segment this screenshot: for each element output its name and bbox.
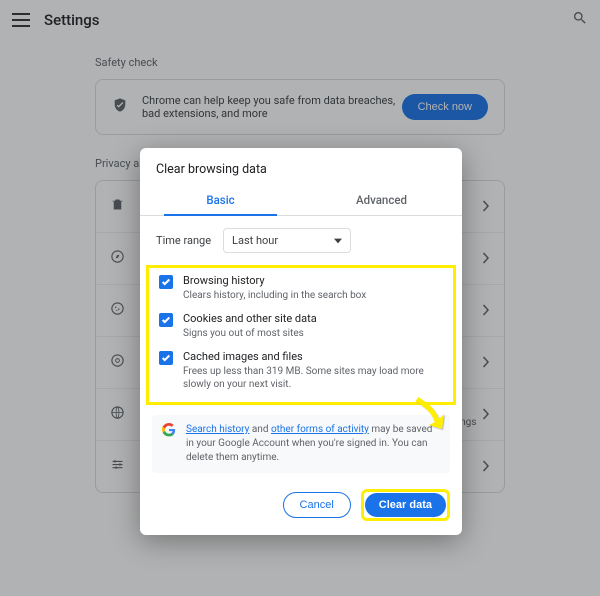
option-cookies[interactable]: Cookies and other site data Signs you ou… <box>153 307 449 345</box>
option-browsing-history[interactable]: Browsing history Clears history, includi… <box>153 269 449 307</box>
checkbox-browsing-history[interactable] <box>159 275 173 289</box>
timerange-select[interactable]: Last hour <box>223 228 351 253</box>
dialog-tabs: Basic Advanced <box>140 187 462 216</box>
google-logo-icon <box>162 423 176 437</box>
chevron-down-icon <box>334 237 342 245</box>
checkbox-cache[interactable] <box>159 351 173 365</box>
cancel-button[interactable]: Cancel <box>283 492 351 518</box>
option-cache[interactable]: Cached images and files Frees up less th… <box>153 345 449 396</box>
account-info: Search history and other forms of activi… <box>152 415 450 473</box>
checkbox-cookies[interactable] <box>159 313 173 327</box>
timerange-label: Time range <box>156 234 211 247</box>
tab-basic[interactable]: Basic <box>140 187 301 215</box>
clear-data-highlight: Clear data <box>361 489 450 521</box>
search-history-link[interactable]: Search history <box>186 424 249 435</box>
tab-advanced[interactable]: Advanced <box>301 187 462 215</box>
other-activity-link[interactable]: other forms of activity <box>271 424 369 435</box>
options-highlight: Browsing history Clears history, includi… <box>146 265 456 405</box>
dialog-title: Clear browsing data <box>140 148 462 187</box>
timerange-value: Last hour <box>232 234 278 247</box>
clear-browsing-dialog: Clear browsing data Basic Advanced Time … <box>140 148 462 535</box>
clear-data-button[interactable]: Clear data <box>365 493 446 517</box>
